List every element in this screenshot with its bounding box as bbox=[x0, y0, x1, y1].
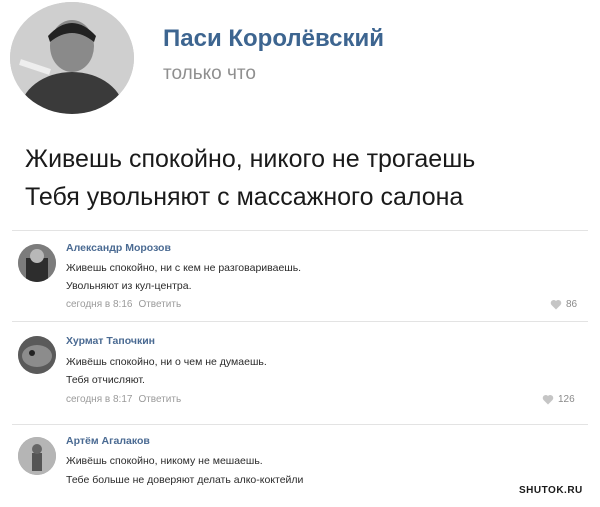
comment-text-line: Живёшь спокойно, никому не мешаешь. bbox=[66, 455, 263, 467]
comment-meta: сегодня в 8:16 Ответить bbox=[66, 299, 181, 310]
post-text: Живешь спокойно, никого не трогаешь Тебя… bbox=[25, 140, 475, 216]
like-count: 86 bbox=[566, 299, 578, 310]
comment-text-line: Живёшь спокойно, ни о чем не думаешь. bbox=[66, 356, 267, 368]
reply-link[interactable]: Ответить bbox=[138, 299, 181, 310]
divider bbox=[12, 321, 588, 322]
like-button[interactable]: 86 bbox=[550, 299, 577, 310]
comment-author-name[interactable]: Александр Морозов bbox=[66, 242, 171, 254]
reply-link[interactable]: Ответить bbox=[138, 394, 181, 405]
post-text-line: Живешь спокойно, никого не трогаешь bbox=[25, 145, 476, 173]
like-count: 126 bbox=[558, 394, 575, 405]
comment-avatar[interactable] bbox=[18, 336, 56, 374]
heart-icon bbox=[542, 394, 554, 405]
comment-author-name[interactable]: Артём Агалаков bbox=[66, 435, 150, 447]
comment-text-line: Тебя отчисляют. bbox=[66, 374, 145, 386]
like-button[interactable]: 126 bbox=[542, 394, 575, 405]
post-timestamp: только что bbox=[163, 63, 256, 84]
comment-avatar[interactable] bbox=[18, 437, 56, 475]
comment-text-line: Тебе больше не доверяют делать алко-кокт… bbox=[66, 474, 304, 486]
comment-text-line: Живешь спокойно, ни с кем не разговарива… bbox=[66, 262, 302, 274]
comment-meta: сегодня в 8:17 Ответить bbox=[66, 394, 181, 405]
heart-icon bbox=[550, 299, 562, 310]
divider bbox=[12, 230, 588, 231]
comment-text-line: Увольняют из кул-центра. bbox=[66, 280, 192, 292]
post-author-name[interactable]: Паси Королёвский bbox=[163, 25, 384, 53]
comment-timestamp: сегодня в 8:16 bbox=[66, 299, 133, 310]
divider bbox=[12, 424, 588, 425]
comment-avatar[interactable] bbox=[18, 244, 56, 282]
comment-timestamp: сегодня в 8:17 bbox=[66, 394, 133, 405]
author-avatar[interactable] bbox=[10, 2, 134, 114]
watermark: SHUTOK.RU bbox=[519, 485, 583, 496]
comment-author-name[interactable]: Хурмат Тапочкин bbox=[66, 335, 155, 347]
post-text-line: Тебя увольняют с массажного салона bbox=[25, 183, 464, 211]
